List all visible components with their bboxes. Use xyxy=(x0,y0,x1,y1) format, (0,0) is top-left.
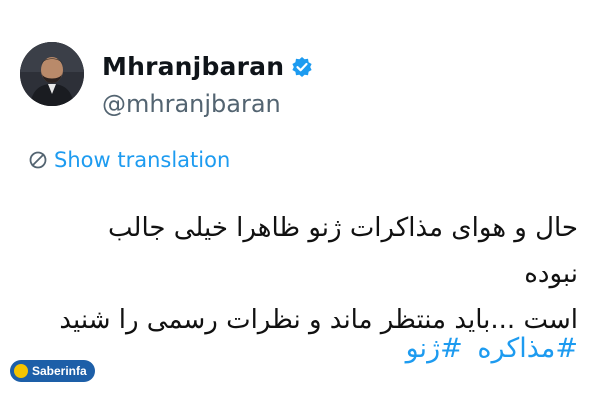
show-translation-label: Show translation xyxy=(54,148,231,172)
author-handle[interactable]: @mhranjbaran xyxy=(102,90,281,118)
watermark-badge: Saberinfa xyxy=(10,360,95,382)
hashtag-link[interactable]: #مذاکره xyxy=(477,333,578,364)
watermark-logo-icon xyxy=(14,364,28,378)
tweet-text-line: حال و هوای مذاکرات ژنو ظاهرا خیلی جالب ن… xyxy=(108,213,578,289)
tweet-text: حال و هوای مذاکرات ژنو ظاهرا خیلی جالب ن… xyxy=(58,205,578,343)
hashtag-link[interactable]: #ژنو xyxy=(406,333,463,364)
tweet-card: Mhranjbaran @mhranjbaran Show translatio… xyxy=(0,0,600,400)
author-name-row[interactable]: Mhranjbaran xyxy=(102,52,313,81)
avatar[interactable] xyxy=(20,42,84,106)
author-name[interactable]: Mhranjbaran xyxy=(102,52,284,81)
hashtags: #مذاکره #ژنو xyxy=(400,333,578,364)
verified-badge-icon xyxy=(291,56,313,78)
globe-icon xyxy=(28,150,48,170)
watermark-label: Saberinfa xyxy=(32,364,87,378)
show-translation-button[interactable]: Show translation xyxy=(28,148,230,172)
